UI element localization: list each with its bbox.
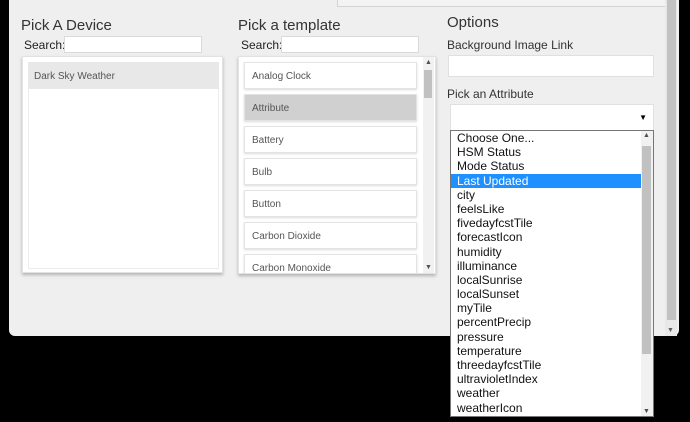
attribute-option-list: Choose One... HSM Status Mode Status Last U…: [451, 131, 653, 415]
attribute-option[interactable]: temperature: [451, 344, 641, 358]
top-tab-bar: [9, 0, 665, 8]
scroll-down-arrow-icon[interactable]: ▼: [425, 264, 432, 271]
options-title: Options: [447, 14, 499, 31]
dropdown-scrollbar[interactable]: ▲ ▼: [641, 131, 653, 416]
bg-image-label: Background Image Link: [447, 38, 574, 52]
attribute-option[interactable]: illuminance: [451, 259, 641, 273]
template-item[interactable]: Battery: [244, 126, 417, 153]
attribute-option[interactable]: localSunset: [451, 287, 641, 301]
template-search-label: Search:: [241, 38, 283, 52]
device-search-input[interactable]: [64, 36, 202, 53]
attribute-option[interactable]: ultravioletIndex: [451, 372, 641, 386]
attribute-option[interactable]: Choose One...: [451, 131, 641, 145]
dropdown-scrollbar-thumb[interactable]: [642, 146, 651, 354]
attribute-option[interactable]: forecastIcon: [451, 230, 641, 244]
scroll-up-arrow-icon[interactable]: ▲: [643, 132, 650, 139]
device-list: Dark Sky Weather: [22, 56, 223, 273]
scroll-up-arrow-icon[interactable]: ▲: [425, 59, 432, 66]
device-column-title: Pick A Device: [21, 17, 112, 34]
template-item-selected[interactable]: Attribute: [244, 94, 417, 121]
template-list: Analog Clock Attribute Battery Bulb Butt…: [238, 56, 436, 274]
attribute-option[interactable]: city: [451, 188, 641, 202]
template-item[interactable]: Button: [244, 190, 417, 217]
panel-scrollbar-thumb[interactable]: [667, 0, 676, 320]
device-list-area: [28, 89, 219, 269]
attribute-option[interactable]: Last Updated: [451, 173, 641, 188]
attribute-dropdown[interactable]: Choose One... HSM Status Mode Status Last U…: [450, 130, 654, 417]
attribute-option[interactable]: Mode Status: [451, 159, 641, 173]
attribute-label: Pick an Attribute: [447, 87, 534, 101]
attribute-option[interactable]: pressure: [451, 330, 641, 344]
attribute-option[interactable]: weatherIcon: [451, 401, 641, 415]
caret-down-icon: ▼: [639, 113, 647, 122]
top-tab-segment[interactable]: [337, 0, 665, 7]
attribute-option[interactable]: HSM Status: [451, 145, 641, 159]
template-scrollbar-thumb[interactable]: [424, 70, 432, 98]
attribute-option[interactable]: weather: [451, 386, 641, 400]
scroll-down-arrow-icon[interactable]: ▼: [667, 327, 674, 334]
template-item[interactable]: Carbon Dioxide: [244, 222, 417, 249]
template-scrollbar[interactable]: ▲ ▼: [423, 57, 434, 273]
bg-image-input[interactable]: [448, 55, 654, 77]
template-item[interactable]: Bulb: [244, 158, 417, 185]
attribute-option[interactable]: humidity: [451, 245, 641, 259]
device-search-label: Search:: [24, 38, 66, 52]
attribute-option[interactable]: feelsLike: [451, 202, 641, 216]
attribute-option[interactable]: percentPrecip: [451, 315, 641, 329]
template-search-input[interactable]: [281, 36, 419, 53]
template-column-title: Pick a template: [238, 17, 341, 34]
panel-scrollbar[interactable]: ▼: [665, 0, 677, 336]
attribute-option[interactable]: threedayfcstTile: [451, 358, 641, 372]
template-item[interactable]: Analog Clock: [244, 62, 417, 89]
attribute-option[interactable]: myTile: [451, 301, 641, 315]
attribute-option[interactable]: fivedayfcstTile: [451, 216, 641, 230]
device-item[interactable]: Dark Sky Weather: [28, 62, 219, 89]
scroll-down-arrow-icon[interactable]: ▼: [643, 408, 650, 415]
attribute-option[interactable]: localSunrise: [451, 273, 641, 287]
attribute-select[interactable]: ▼: [450, 104, 654, 131]
template-item[interactable]: Carbon Monoxide: [244, 254, 417, 273]
